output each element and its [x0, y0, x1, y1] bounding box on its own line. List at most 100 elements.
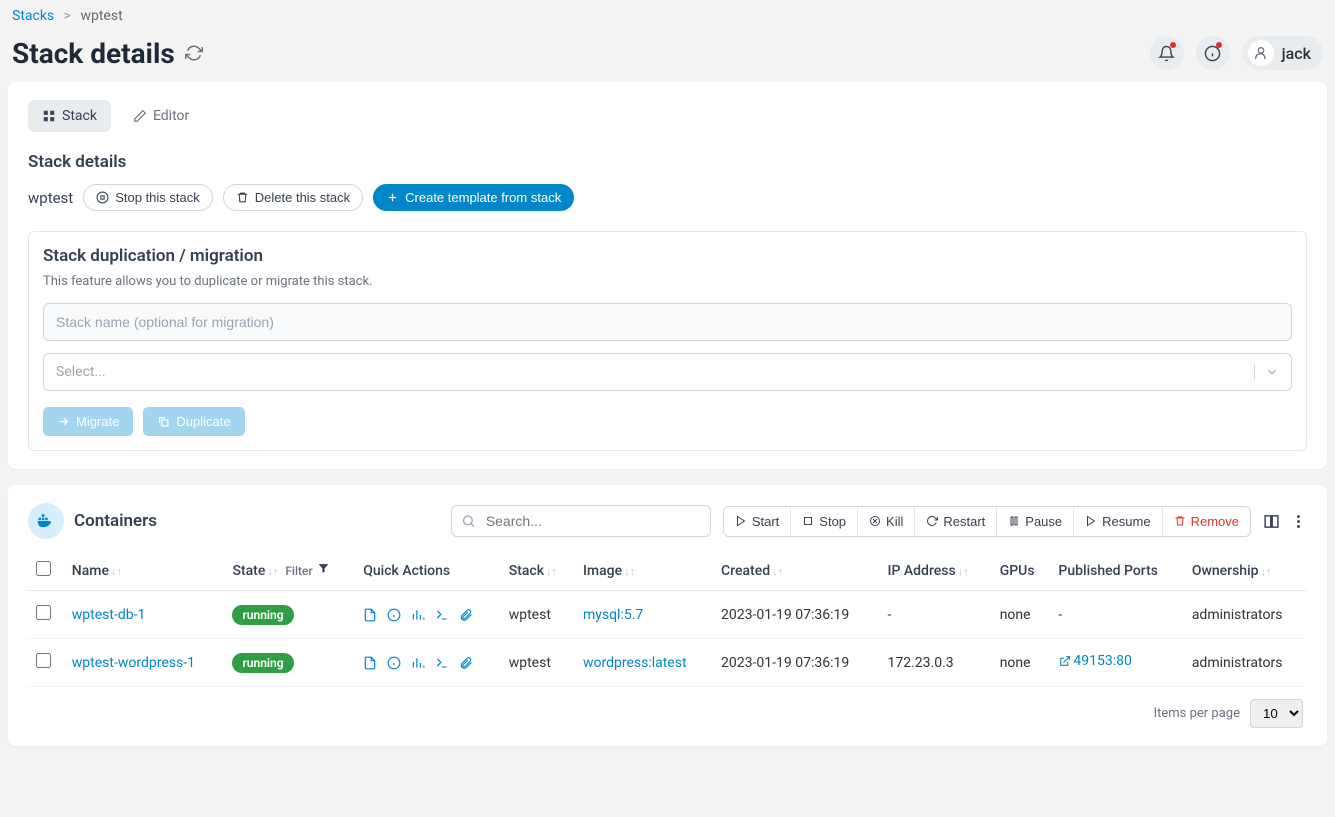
- logs-icon[interactable]: [363, 608, 377, 622]
- chevron-down-icon: [1254, 365, 1279, 379]
- col-state[interactable]: State↓↑ Filter: [224, 551, 355, 591]
- duplicate-label: Duplicate: [176, 414, 230, 429]
- cell-ip: -: [880, 591, 992, 639]
- cell-ownership: administrators: [1184, 591, 1307, 639]
- containers-icon: [28, 503, 64, 539]
- stack-name-input[interactable]: [43, 303, 1292, 341]
- image-link[interactable]: wordpress:latest: [583, 655, 687, 671]
- remove-button[interactable]: Remove: [1163, 507, 1250, 536]
- container-actions-toolbar: Start Stop Kill Restart Pause Resume Rem…: [723, 506, 1251, 537]
- migrate-label: Migrate: [76, 414, 119, 429]
- endpoint-select[interactable]: Select...: [43, 353, 1292, 391]
- col-created[interactable]: Created↓↑: [713, 551, 879, 591]
- cell-ownership: administrators: [1184, 639, 1307, 687]
- cell-ports: 49153:80: [1050, 639, 1183, 687]
- col-stack[interactable]: Stack↓↑: [501, 551, 575, 591]
- logs-icon[interactable]: [363, 656, 377, 670]
- stack-details-card: Stack Editor Stack details wptest Stop t…: [8, 82, 1327, 469]
- state-badge: running: [232, 653, 293, 673]
- col-ip[interactable]: IP Address↓↑: [880, 551, 992, 591]
- tab-editor[interactable]: Editor: [119, 100, 203, 132]
- select-all-checkbox[interactable]: [36, 561, 51, 576]
- delete-stack-button[interactable]: Delete this stack: [223, 184, 363, 211]
- migrate-button[interactable]: Migrate: [43, 407, 133, 436]
- tab-stack[interactable]: Stack: [28, 100, 111, 132]
- refresh-icon[interactable]: [185, 44, 203, 62]
- tab-stack-label: Stack: [62, 108, 97, 124]
- columns-icon[interactable]: [1263, 513, 1280, 530]
- notifications-icon[interactable]: [1150, 36, 1184, 70]
- containers-card: Containers Start Stop Kill Restart Pause…: [8, 485, 1327, 746]
- col-ownership[interactable]: Ownership↓↑: [1184, 551, 1307, 591]
- table-row: wptest-db-1 running wptest mysql:5.7 2023-01…: [28, 591, 1307, 639]
- attach-icon[interactable]: [459, 608, 473, 622]
- exec-icon[interactable]: [435, 656, 449, 670]
- delete-stack-label: Delete this stack: [255, 190, 350, 205]
- stop-stack-button[interactable]: Stop this stack: [83, 184, 213, 211]
- cell-stack: wptest: [501, 639, 575, 687]
- col-quick: Quick Actions: [355, 551, 500, 591]
- breadcrumb: Stacks > wptest: [0, 0, 1335, 32]
- duplication-heading: Stack duplication / migration: [43, 246, 1292, 266]
- user-icon: [1248, 40, 1274, 66]
- cell-ports: -: [1050, 591, 1183, 639]
- port-link[interactable]: 49153:80: [1058, 653, 1131, 669]
- details-heading: Stack details: [28, 152, 1307, 172]
- create-template-label: Create template from stack: [405, 190, 561, 205]
- duplicate-button[interactable]: Duplicate: [143, 407, 244, 436]
- help-icon[interactable]: [1196, 36, 1230, 70]
- breadcrumb-current: wptest: [80, 8, 122, 24]
- row-checkbox[interactable]: [36, 605, 51, 620]
- duplication-desc: This feature allows you to duplicate or …: [43, 274, 1292, 289]
- page-title-text: Stack details: [12, 37, 175, 70]
- user-menu[interactable]: jack: [1242, 36, 1323, 70]
- stop-stack-label: Stop this stack: [115, 190, 200, 205]
- notification-dot: [1170, 42, 1176, 48]
- col-ports: Published Ports: [1050, 551, 1183, 591]
- start-button[interactable]: Start: [724, 507, 791, 536]
- cell-ip: 172.23.0.3: [880, 639, 992, 687]
- inspect-icon[interactable]: [387, 656, 401, 670]
- stack-name: wptest: [28, 189, 73, 207]
- pager-select[interactable]: 10: [1250, 699, 1303, 728]
- resume-button[interactable]: Resume: [1074, 507, 1162, 536]
- restart-button[interactable]: Restart: [915, 507, 997, 536]
- cell-gpus: none: [992, 639, 1051, 687]
- endpoint-select-placeholder: Select...: [56, 364, 106, 380]
- kill-button[interactable]: Kill: [858, 507, 915, 536]
- table-row: wptest-wordpress-1 running wptest wordpress…: [28, 639, 1307, 687]
- containers-title-text: Containers: [74, 511, 157, 531]
- duplication-panel: Stack duplication / migration This featu…: [28, 231, 1307, 451]
- create-template-button[interactable]: Create template from stack: [373, 184, 574, 211]
- page-title: Stack details: [12, 37, 203, 70]
- row-checkbox[interactable]: [36, 653, 51, 668]
- exec-icon[interactable]: [435, 608, 449, 622]
- cell-created: 2023-01-19 07:36:19: [713, 639, 879, 687]
- user-name: jack: [1282, 44, 1311, 63]
- stop-button[interactable]: Stop: [791, 507, 858, 536]
- breadcrumb-separator: >: [64, 8, 71, 24]
- containers-title: Containers: [28, 503, 157, 539]
- containers-table: Name↓↑ State↓↑ Filter Quick Actions Stac…: [28, 551, 1307, 687]
- image-link[interactable]: mysql:5.7: [583, 607, 643, 623]
- stats-icon[interactable]: [411, 608, 425, 622]
- container-name-link[interactable]: wptest-wordpress-1: [72, 655, 195, 671]
- help-dot: [1216, 42, 1222, 48]
- stats-icon[interactable]: [411, 656, 425, 670]
- more-icon[interactable]: [1290, 513, 1307, 530]
- inspect-icon[interactable]: [387, 608, 401, 622]
- attach-icon[interactable]: [459, 656, 473, 670]
- col-gpus: GPUs: [992, 551, 1051, 591]
- col-image[interactable]: Image↓↑: [575, 551, 713, 591]
- cell-created: 2023-01-19 07:36:19: [713, 591, 879, 639]
- container-name-link[interactable]: wptest-db-1: [72, 607, 146, 623]
- pager-label: Items per page: [1154, 706, 1240, 721]
- tab-editor-label: Editor: [153, 108, 189, 124]
- col-name[interactable]: Name↓↑: [64, 551, 225, 591]
- breadcrumb-root[interactable]: Stacks: [12, 8, 54, 24]
- search-icon: [461, 514, 476, 529]
- search-input[interactable]: [451, 505, 711, 537]
- pause-button[interactable]: Pause: [997, 507, 1074, 536]
- state-badge: running: [232, 605, 293, 625]
- cell-stack: wptest: [501, 591, 575, 639]
